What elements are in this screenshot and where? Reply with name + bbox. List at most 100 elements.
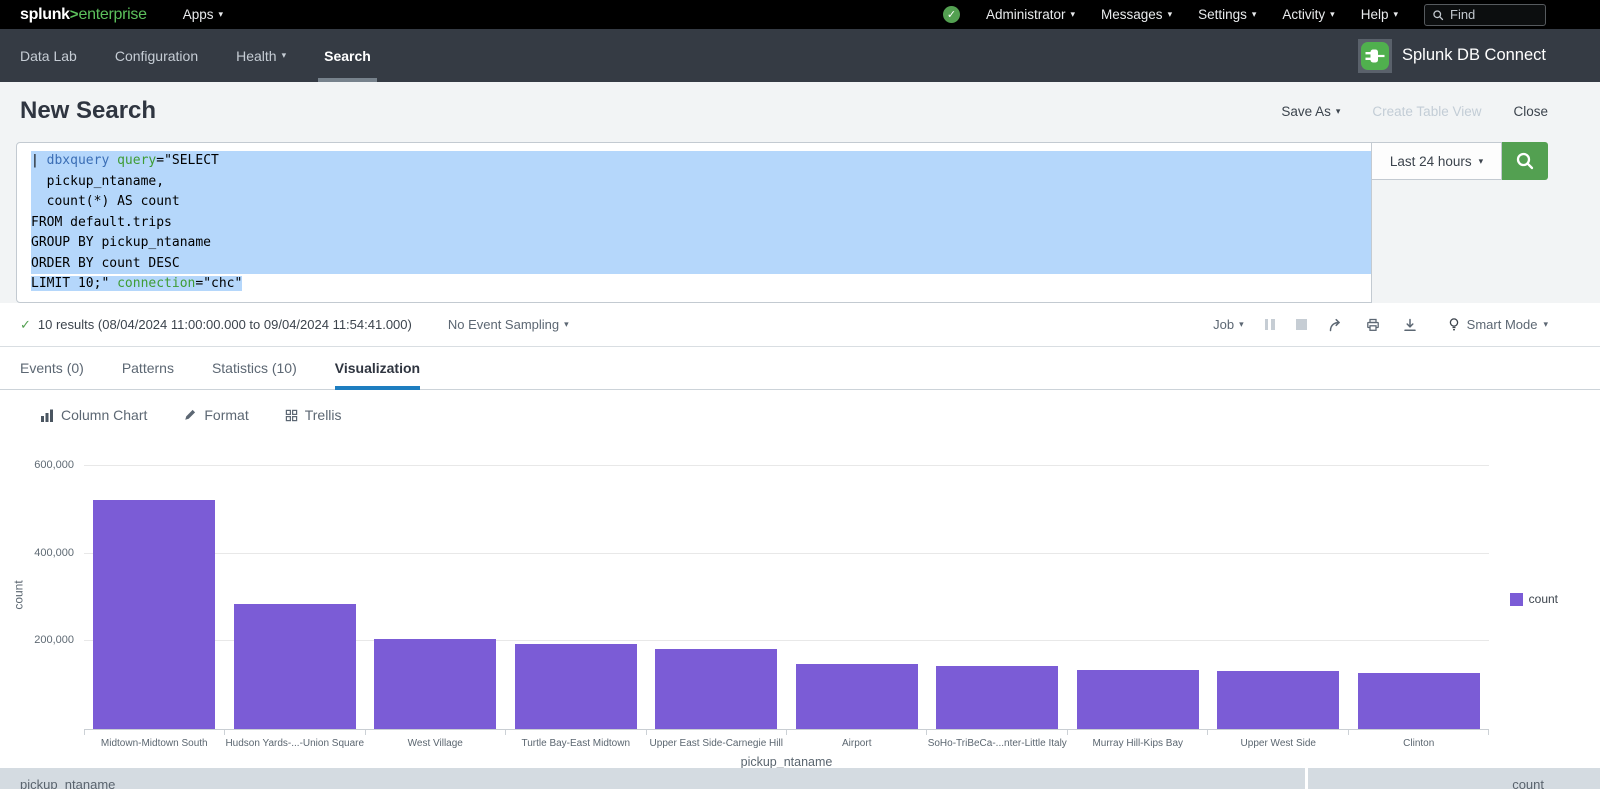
run-search-button[interactable] <box>1502 142 1548 180</box>
page-header: New Search Save As ▾ Create Table View C… <box>0 82 1600 140</box>
query-text: FROM default.trips <box>31 215 172 230</box>
chart-column <box>365 639 506 729</box>
chart-column <box>225 604 366 729</box>
query-text: ="SELECT <box>156 153 219 168</box>
chart-bar-clinton[interactable] <box>1358 673 1480 729</box>
format-button[interactable]: Format <box>183 407 248 423</box>
smart-mode-label: Smart Mode <box>1467 317 1538 332</box>
export-button[interactable] <box>1402 317 1418 333</box>
find-search-box[interactable] <box>1424 4 1546 26</box>
chart-bar-hudson-yards-union-square[interactable] <box>234 604 356 729</box>
x-axis-ticks <box>84 730 1489 735</box>
tab-statistics-10[interactable]: Statistics (10) <box>212 347 297 389</box>
nav-item-data-lab[interactable]: Data Lab <box>20 29 77 82</box>
save-as-button[interactable]: Save As ▾ <box>1281 104 1340 119</box>
query-text: | <box>31 153 47 168</box>
caret-down-icon: ▾ <box>1239 319 1244 330</box>
tab-patterns[interactable]: Patterns <box>122 347 174 389</box>
chart-column <box>1349 673 1490 729</box>
job-menu[interactable]: Job ▾ <box>1213 317 1244 332</box>
chart-bar-upper-east-side-carnegie-hill[interactable] <box>655 649 777 729</box>
legend-swatch-icon <box>1510 593 1523 606</box>
pause-button[interactable] <box>1265 319 1275 330</box>
chart-column <box>927 666 1068 729</box>
legend-item[interactable]: count <box>1510 592 1558 606</box>
create-table-view-button[interactable]: Create Table View <box>1372 104 1481 119</box>
search-mode-dropdown[interactable]: Smart Mode ▾ <box>1447 317 1548 332</box>
chart-bar-west-village[interactable] <box>374 639 496 729</box>
chart-bar-turtle-bay-east-midtown[interactable] <box>515 644 637 729</box>
menu-label: Administrator <box>986 7 1066 22</box>
chart-bar-soho-tribeca-nter-little-italy[interactable] <box>936 666 1058 729</box>
x-axis-title: pickup_ntaname <box>84 755 1489 769</box>
find-input[interactable] <box>1450 7 1536 22</box>
logo-gt: > <box>70 6 79 23</box>
chart-bar-upper-west-side[interactable] <box>1217 671 1339 729</box>
column-header-pickup-ntaname[interactable]: pickup_ntaname <box>0 768 1305 789</box>
selection-highlight: count(*) AS count <box>31 192 1371 213</box>
nav-item-label: Search <box>324 48 371 64</box>
menu-administrator[interactable]: Administrator▾ <box>986 7 1075 22</box>
caret-down-icon: ▾ <box>218 9 223 20</box>
pencil-icon <box>183 408 197 422</box>
selection-highlight: pickup_ntaname, <box>31 172 1371 193</box>
query-line: LIMIT 10;" connection="chc" <box>31 274 1371 295</box>
x-tick-label: SoHo-TriBeCa-...nter-Little Italy <box>927 738 1068 749</box>
topbar-right: ✓ Administrator▾Messages▾Settings▾Activi… <box>943 4 1546 26</box>
column-header-count[interactable]: count <box>1305 768 1600 789</box>
menu-label: Messages <box>1101 7 1163 22</box>
query-line: | dbxquery query="SELECT <box>31 151 1371 172</box>
trellis-label: Trellis <box>305 407 342 423</box>
query-text: LIMIT 10;" <box>31 276 117 291</box>
menu-help[interactable]: Help▾ <box>1361 7 1398 22</box>
stop-button[interactable] <box>1296 319 1307 330</box>
menu-settings[interactable]: Settings▾ <box>1198 7 1256 22</box>
chart-bar-airport[interactable] <box>796 664 918 729</box>
nav-item-label: Configuration <box>115 48 198 64</box>
logo-brand: splunk <box>20 6 70 24</box>
event-sampling-dropdown[interactable]: No Event Sampling ▾ <box>448 317 569 332</box>
selection-highlight: LIMIT 10;" connection="chc" <box>31 276 242 291</box>
share-button[interactable] <box>1328 317 1344 333</box>
selection-highlight: ORDER BY count DESC <box>31 254 1371 275</box>
nav-item-label: Data Lab <box>20 48 77 64</box>
x-tick-label: Upper East Side-Carnegie Hill <box>646 738 787 749</box>
search-icon <box>1515 151 1535 171</box>
chart-type-button[interactable]: Column Chart <box>40 407 147 423</box>
nav-item-search[interactable]: Search <box>324 29 371 82</box>
x-tick-label: Midtown-Midtown South <box>84 738 225 749</box>
nav-item-health[interactable]: Health▾ <box>236 29 286 82</box>
query-text: count(*) AS count <box>31 194 180 209</box>
apps-label: Apps <box>183 7 214 22</box>
search-status-row: ✓ 10 results (08/04/2024 11:00:00.000 to… <box>0 303 1600 347</box>
trellis-button[interactable]: Trellis <box>285 407 342 423</box>
nav-item-configuration[interactable]: Configuration <box>115 29 198 82</box>
search-query-editor[interactable]: | dbxquery query="SELECT pickup_ntaname,… <box>16 142 1372 303</box>
tab-events-0[interactable]: Events (0) <box>20 347 84 389</box>
print-button[interactable] <box>1365 317 1381 333</box>
chart-bar-murray-hill-kips-bay[interactable] <box>1077 670 1199 729</box>
trellis-grid-icon <box>285 409 298 422</box>
caret-down-icon: ▾ <box>1330 9 1335 20</box>
y-axis-title: count <box>12 580 26 609</box>
logo-product: enterprise <box>79 6 147 24</box>
close-button[interactable]: Close <box>1513 104 1548 119</box>
legend-label: count <box>1529 592 1558 606</box>
selection-highlight: | dbxquery query="SELECT <box>31 151 1371 172</box>
chart-columns <box>84 445 1489 729</box>
y-tick-label: 200,000 <box>0 634 74 646</box>
chart-bar-midtown-midtown-south[interactable] <box>93 500 215 729</box>
app-nav-items: Data Lab Configuration Health▾ Search <box>20 29 371 82</box>
time-range-picker[interactable]: Last 24 hours ▾ <box>1372 142 1502 180</box>
download-icon <box>1402 317 1418 333</box>
menu-label: Settings <box>1198 7 1247 22</box>
query-line: count(*) AS count <box>31 192 1371 213</box>
caret-down-icon: ▾ <box>1543 319 1548 330</box>
query-line: FROM default.trips <box>31 213 1371 234</box>
menu-messages[interactable]: Messages▾ <box>1101 7 1172 22</box>
column-chart: count Midtown-Midtown SouthHudson Yards-… <box>0 440 1600 770</box>
menu-activity[interactable]: Activity▾ <box>1282 7 1334 22</box>
chart-column <box>1068 670 1209 729</box>
apps-menu[interactable]: Apps ▾ <box>183 7 223 22</box>
tab-visualization[interactable]: Visualization <box>335 347 420 389</box>
